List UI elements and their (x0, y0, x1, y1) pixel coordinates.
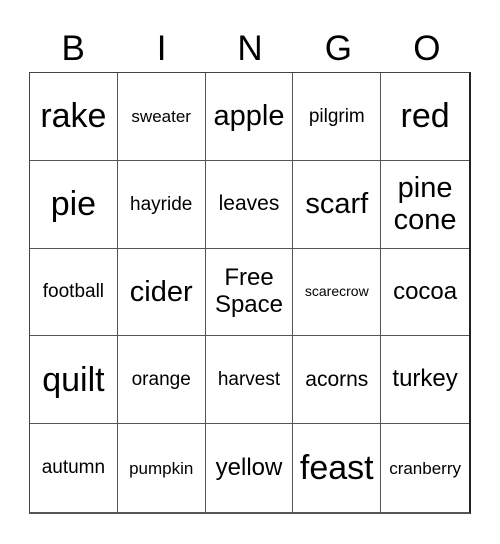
bingo-cell[interactable]: cranberry (381, 424, 469, 512)
bingo-cell[interactable]: sweater (117, 73, 206, 161)
header-letter-g: G (324, 29, 353, 68)
header-letter-i: I (156, 29, 167, 68)
bingo-cell[interactable]: hayride (117, 160, 206, 249)
bingo-cell[interactable]: pie (30, 160, 118, 249)
bingo-cell[interactable]: scarf (293, 160, 382, 249)
bingo-cell[interactable]: harvest (205, 336, 294, 425)
bingo-cell[interactable]: leaves (205, 160, 294, 249)
bingo-cell[interactable]: scarecrow (293, 248, 382, 337)
bingo-cell[interactable]: pine cone (381, 161, 469, 249)
bingo-cell[interactable]: orange (117, 336, 206, 425)
bingo-cell[interactable]: red (381, 73, 469, 161)
free-space-cell[interactable]: Free Space (205, 248, 294, 337)
bingo-cell[interactable]: football (30, 248, 118, 337)
bingo-cell[interactable]: pilgrim (293, 73, 382, 161)
bingo-cell[interactable]: pumpkin (118, 424, 206, 512)
bingo-cell[interactable]: cider (117, 248, 206, 337)
bingo-cell[interactable]: yellow (206, 424, 294, 512)
header-letter-n: N (237, 29, 263, 68)
header-letter-o: O (413, 29, 441, 68)
header-letter-b: B (61, 29, 85, 68)
bingo-cell[interactable]: feast (293, 424, 382, 512)
bingo-cell[interactable]: autumn (30, 424, 118, 512)
bingo-cell[interactable]: rake (30, 73, 118, 161)
bingo-cell[interactable]: quilt (30, 336, 118, 425)
bingo-grid: rake sweater apple pilgrim red pie hayri… (29, 72, 471, 514)
bingo-cell[interactable]: acorns (293, 336, 382, 425)
bingo-cell[interactable]: apple (205, 73, 294, 161)
bingo-cell[interactable]: cocoa (381, 249, 469, 337)
bingo-cell[interactable]: turkey (381, 336, 469, 425)
bingo-header: B I N G O (29, 26, 471, 72)
